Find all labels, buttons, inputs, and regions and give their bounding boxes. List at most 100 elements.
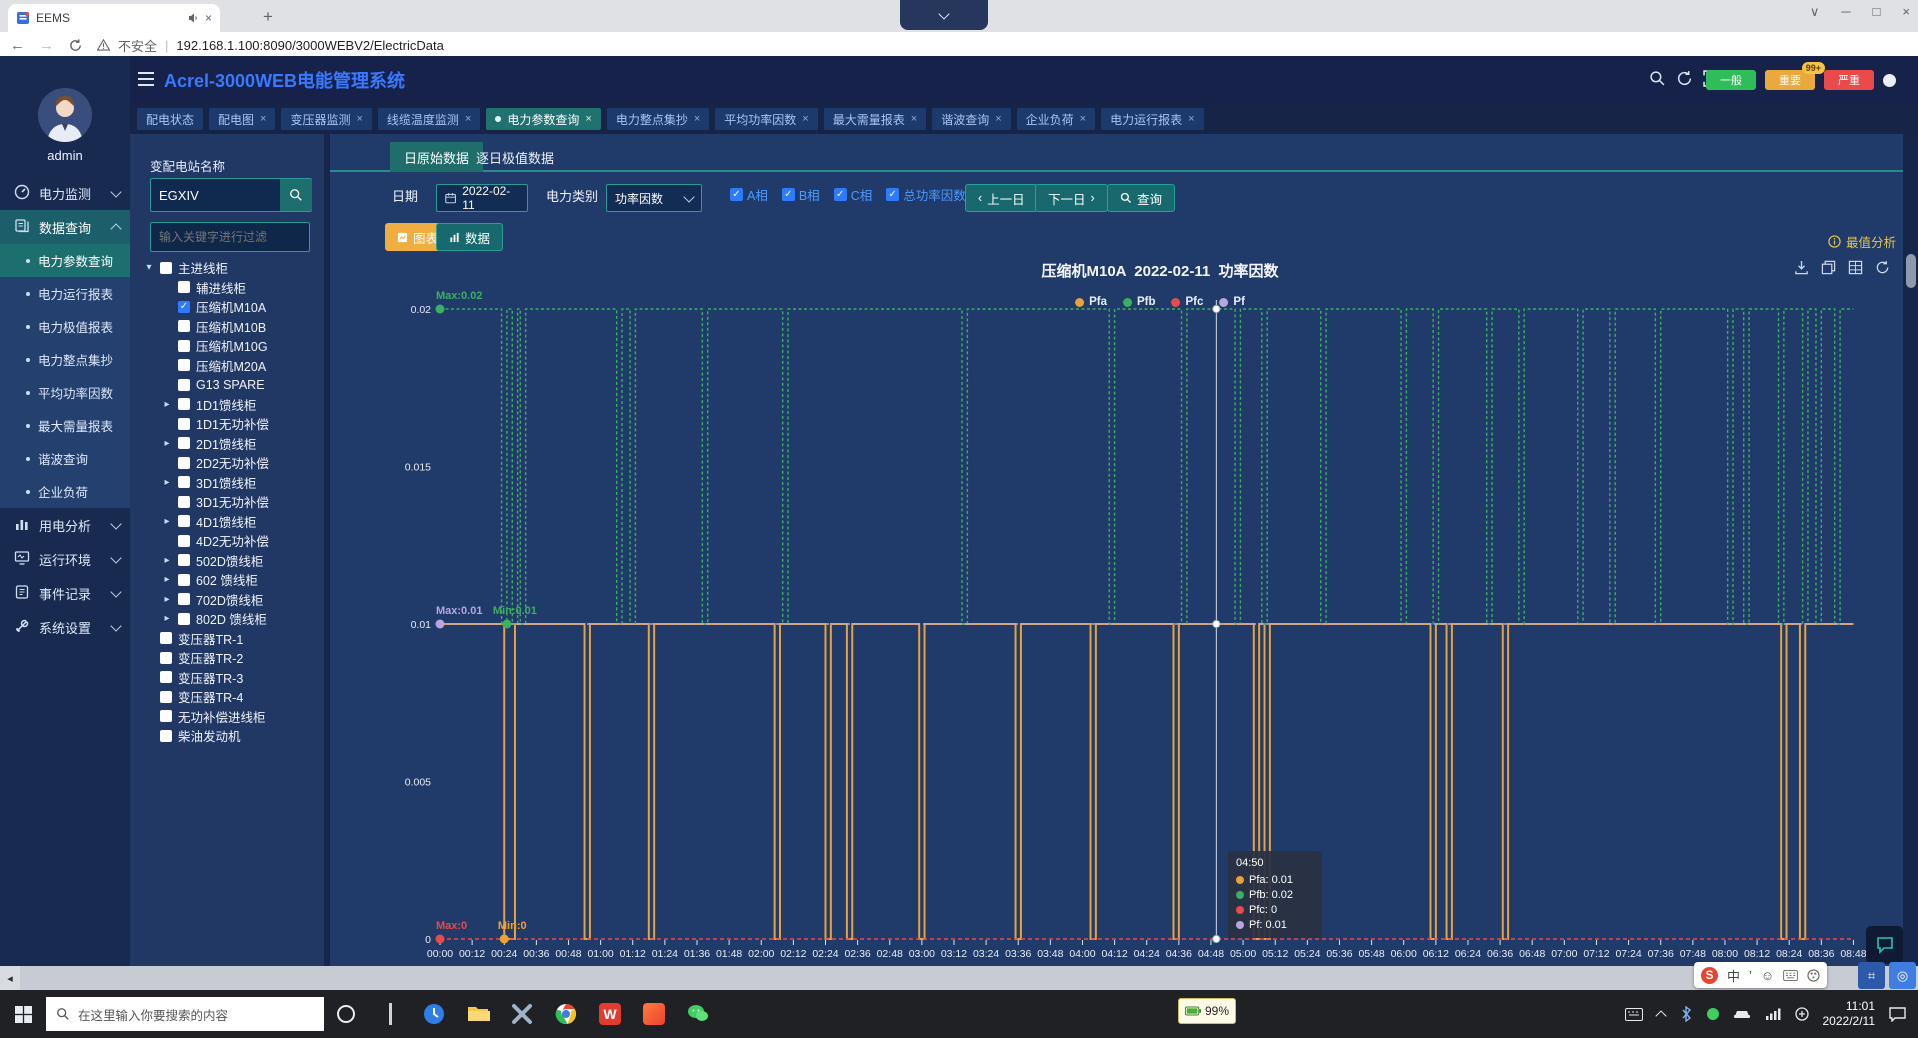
close-icon[interactable]: ×	[465, 113, 471, 125]
checkbox-unchecked[interactable]	[178, 379, 190, 391]
bluetooth-tray-icon[interactable]	[1679, 1006, 1693, 1022]
sidebar-subitem[interactable]: 电力整点集抄	[0, 343, 130, 376]
checkbox-unchecked[interactable]	[178, 359, 190, 371]
ime-mic-tile[interactable]: ◎	[1889, 962, 1916, 989]
hamburger-icon[interactable]	[138, 72, 154, 86]
tree-node[interactable]: ▸3D1馈线柜	[144, 473, 324, 493]
chrome-icon[interactable]	[544, 990, 588, 1038]
checkbox-unchecked[interactable]	[178, 593, 190, 605]
checkbox-unchecked[interactable]	[160, 632, 172, 644]
wechat-icon[interactable]	[676, 990, 720, 1038]
ime-punctuation-icon[interactable]: ’	[1749, 968, 1752, 983]
ime-skin-icon[interactable]	[1807, 969, 1820, 982]
checkbox-unchecked[interactable]	[160, 730, 172, 742]
tree-node[interactable]: ▸2D1馈线柜	[144, 434, 324, 454]
sidebar-subitem[interactable]: 电力运行报表	[0, 277, 130, 310]
vertical-scrollbar[interactable]	[1903, 134, 1918, 966]
start-button[interactable]	[0, 990, 46, 1038]
touch-keyboard-icon[interactable]	[1625, 1008, 1643, 1021]
tab-close-icon[interactable]: ×	[205, 11, 212, 25]
chevron-right-icon[interactable]: ▸	[162, 477, 172, 488]
scroll-left-icon[interactable]: ◂	[0, 966, 20, 990]
back-icon[interactable]: ←	[10, 37, 25, 54]
new-tab-button[interactable]: +	[258, 7, 278, 27]
usb-tray-icon[interactable]	[1795, 1007, 1809, 1021]
close-icon[interactable]: ×	[911, 113, 917, 125]
checkbox-unchecked[interactable]	[160, 671, 172, 683]
module-tab[interactable]: 谐波查询×	[932, 108, 1010, 130]
browser-tab[interactable]: EEMS ×	[8, 4, 220, 32]
user-avatar[interactable]	[38, 88, 92, 142]
checkbox-unchecked[interactable]	[178, 320, 190, 332]
tree-node[interactable]: ▸1D1馈线柜	[144, 395, 324, 415]
ime-keyboard-icon[interactable]	[1783, 970, 1798, 981]
sidebar-subitem[interactable]: 平均功率因数	[0, 376, 130, 409]
taskbar-search[interactable]: 在这里输入你要搜索的内容	[46, 997, 324, 1031]
station-search-button[interactable]	[280, 179, 312, 211]
alarm-normal-button[interactable]: 一般	[1706, 70, 1756, 90]
green-status-tray-icon[interactable]	[1707, 1008, 1719, 1020]
sidebar-subitem[interactable]: 电力极值报表	[0, 310, 130, 343]
refresh-icon[interactable]	[1676, 70, 1693, 87]
ime-emoji-icon[interactable]: ☺	[1761, 968, 1774, 983]
taskbar-clock[interactable]: 11:01 2022/2/11	[1823, 999, 1876, 1029]
tree-node[interactable]: 压缩机M20A	[144, 356, 324, 376]
tree-node[interactable]: ▸4D1馈线柜	[144, 512, 324, 532]
module-tab[interactable]: 电力参数查询×	[486, 108, 600, 130]
tree-node[interactable]: 压缩机M10B	[144, 317, 324, 337]
checkbox-checked[interactable]: ✓	[178, 301, 190, 313]
floating-assistant-widget[interactable]	[1866, 926, 1903, 964]
tree-node[interactable]: ▾主进线柜	[144, 258, 324, 278]
sidebar-item-0[interactable]: 电力监测	[0, 176, 130, 210]
checkbox-unchecked[interactable]	[160, 262, 172, 274]
checkbox-unchecked[interactable]	[178, 340, 190, 352]
close-icon[interactable]: ×	[694, 113, 700, 125]
vehicle-tray-icon[interactable]	[1733, 1008, 1751, 1020]
close-icon[interactable]: ×	[1188, 113, 1194, 125]
tree-filter-input[interactable]	[151, 223, 309, 251]
tree-node[interactable]: 3D1无功补偿	[144, 492, 324, 512]
checkbox-unchecked[interactable]	[160, 691, 172, 703]
forward-icon[interactable]: →	[39, 37, 54, 54]
tree-node[interactable]: 2D2无功补偿	[144, 453, 324, 473]
module-tab[interactable]: 变压器监测×	[281, 108, 371, 130]
chevron-right-icon[interactable]: ▸	[162, 594, 172, 605]
url-box[interactable]: 不安全 | 192.168.1.100:8090/3000WEBV2/Elect…	[97, 36, 444, 55]
cortana-icon[interactable]	[324, 990, 368, 1038]
clock-app-icon[interactable]	[412, 990, 456, 1038]
station-input[interactable]	[151, 188, 280, 203]
close-icon[interactable]: ×	[585, 113, 591, 125]
checkbox-unchecked[interactable]	[178, 613, 190, 625]
window-minimize-icon[interactable]: ─	[1841, 4, 1850, 20]
chevron-right-icon[interactable]: ▸	[162, 516, 172, 527]
tree-node[interactable]: 变压器TR-1	[144, 629, 324, 649]
module-tab[interactable]: 最大需量报表×	[824, 108, 926, 130]
checkbox-unchecked[interactable]	[178, 418, 190, 430]
vertical-scrollbar-thumb[interactable]	[1906, 254, 1916, 288]
sidebar-subitem[interactable]: 最大需量报表	[0, 409, 130, 442]
alarm-important-button[interactable]: 重要99+	[1765, 70, 1815, 90]
browser-dropdown-button[interactable]	[900, 0, 988, 30]
close-icon[interactable]: ×	[356, 113, 362, 125]
sidebar-subitem[interactable]: 谐波查询	[0, 442, 130, 475]
window-menu-icon[interactable]: ∨	[1810, 4, 1820, 20]
checkbox-unchecked[interactable]	[178, 281, 190, 293]
battery-widget[interactable]: 99%	[1178, 998, 1236, 1024]
sidebar-item-1[interactable]: 数据查询	[0, 210, 130, 244]
tree-node[interactable]: 辅进线柜	[144, 278, 324, 298]
checkbox-unchecked[interactable]	[160, 710, 172, 722]
module-tab[interactable]: 配电状态	[137, 108, 203, 130]
chevron-down-icon[interactable]: ▾	[144, 262, 154, 273]
alarm-critical-button[interactable]: 严重	[1824, 70, 1874, 90]
hidden-icons-chevron[interactable]	[1657, 1008, 1665, 1020]
module-tab[interactable]: 电力运行报表×	[1101, 108, 1203, 130]
tree-node[interactable]: ▸802D 馈线柜	[144, 609, 324, 629]
tree-node[interactable]: ▸502D馈线柜	[144, 551, 324, 571]
reload-icon[interactable]	[68, 38, 83, 53]
module-tab[interactable]: 企业负荷×	[1017, 108, 1095, 130]
module-tab[interactable]: 平均功率因数×	[715, 108, 817, 130]
checkbox-unchecked[interactable]	[178, 457, 190, 469]
sogou-icon[interactable]: S	[1701, 967, 1718, 984]
close-icon[interactable]: ×	[1080, 113, 1086, 125]
network-icon[interactable]	[1765, 1008, 1781, 1020]
